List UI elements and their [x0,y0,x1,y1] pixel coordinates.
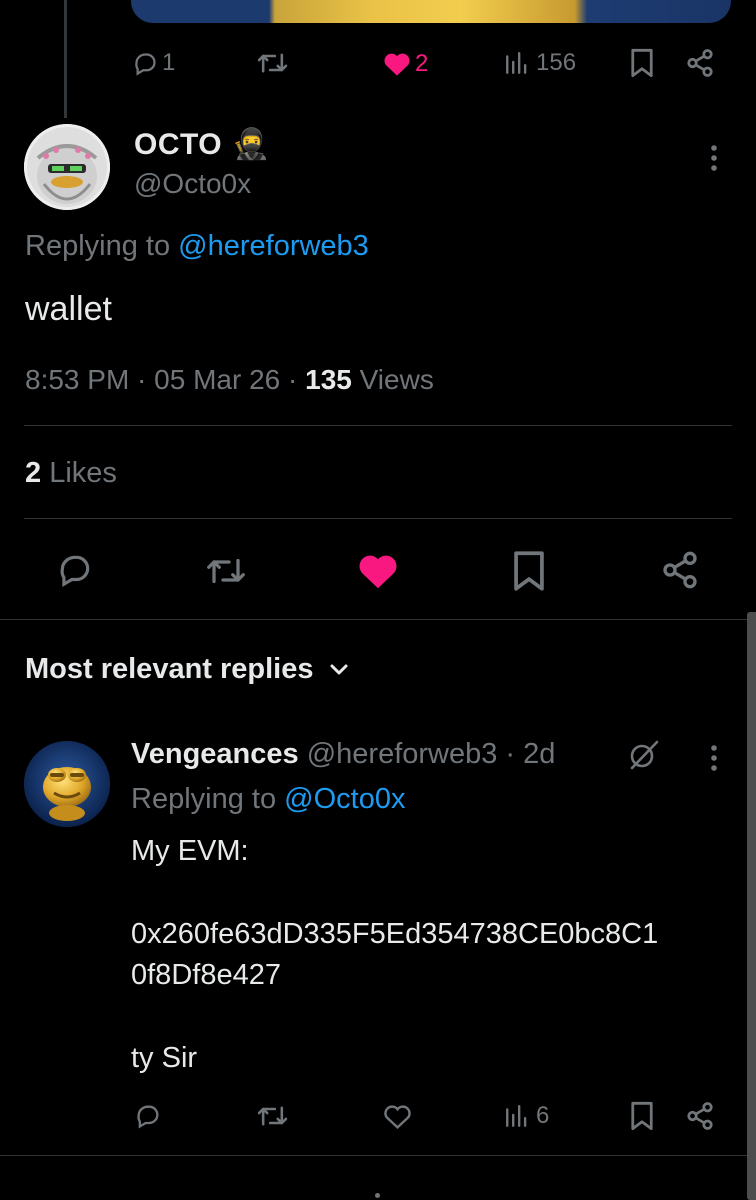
reply-icon [55,551,95,589]
loading-indicator-dot [375,1193,380,1198]
octo-avatar[interactable] [24,124,110,210]
replying-to-handle-link[interactable]: @hereforweb3 [178,230,369,262]
heart-outline-icon [383,1103,412,1130]
reply-views-button[interactable]: 6 [504,1102,549,1130]
chevron-down-icon [328,662,350,678]
views-count: 6 [536,1102,550,1129]
share-icon [660,550,700,590]
bookmark-icon [630,1101,654,1131]
reply-more-options-button[interactable] [708,744,720,774]
reply-share-button[interactable] [685,1101,715,1131]
analytics-icon [504,50,530,76]
analytics-icon [504,1103,530,1129]
parent-like-button[interactable]: 2 [383,50,428,78]
more-vertical-icon [708,144,720,174]
replies-sort-dropdown[interactable]: Most relevant replies [25,653,350,686]
views-count: 156 [536,49,577,76]
retweet-icon [256,49,289,77]
retweet-icon [256,1102,289,1130]
reply-time[interactable]: 2d [523,738,555,770]
meta-dot: · [280,364,306,395]
main-share-button[interactable] [660,550,700,590]
likes-count: 2 [25,457,42,489]
divider [24,425,732,426]
reply-count: 1 [162,49,176,76]
reply-text-line: ty Sir [131,1042,198,1074]
tweet-text: wallet [25,290,112,328]
meta-dot: · [129,364,155,395]
more-vertical-icon [708,744,720,774]
reply-text-line: 0x260fe63dD335F5Ed354738CE0bc8C1 [131,918,659,950]
thread-connector-line [64,0,67,118]
reply-retweet-button[interactable] [256,1102,289,1130]
main-like-button[interactable] [357,552,399,590]
reply-author-handle[interactable]: @hereforweb3 [307,738,498,770]
parent-retweet-button[interactable] [256,49,289,77]
reply-reply-button[interactable] [134,1102,162,1130]
parent-reply-button[interactable]: 1 [132,49,175,77]
heart-filled-icon [357,552,399,590]
tweet-time[interactable]: 8:53 PM [25,364,129,395]
main-retweet-button[interactable] [203,553,249,589]
vengeances-avatar[interactable] [24,741,110,827]
bookmark-icon [630,48,654,78]
parent-views-button[interactable]: 156 [504,49,576,77]
retweet-icon [203,553,249,589]
ninja-emoji: 🥷 [232,128,270,161]
likes-summary[interactable]: 2 Likes [25,457,117,490]
scrollbar-thumb[interactable] [747,612,756,1200]
section-divider [0,619,756,620]
tweet-views-count: 135 [305,364,352,395]
replying-to-label: Replying to [131,783,277,815]
heart-filled-icon [383,51,411,77]
tweet-date[interactable]: 05 Mar 26 [154,364,280,395]
parent-media-image[interactable] [131,0,731,23]
main-author-name-row[interactable]: OCTO 🥷 [134,128,269,162]
reply-bookmark-button[interactable] [630,1101,654,1131]
parent-share-button[interactable] [685,48,715,78]
author-handle[interactable]: @Octo0x [134,168,251,200]
reply-header: Vengeances @hereforweb3 · 2d [131,738,555,771]
replies-sort-label: Most relevant replies [25,653,314,685]
grok-button[interactable] [626,738,660,772]
main-bookmark-button[interactable] [512,550,546,592]
parent-bookmark-button[interactable] [630,48,654,78]
replying-to-label: Replying to [25,230,171,262]
divider [24,518,732,519]
reply-icon [132,50,159,77]
reply-like-button[interactable] [383,1103,412,1130]
main-reply-button[interactable] [55,551,95,589]
share-icon [685,1101,715,1131]
bookmark-icon [512,550,546,592]
reply-icon [134,1102,162,1130]
tweet-meta: 8:53 PM · 05 Mar 26 · 135 Views [25,364,434,396]
author-name: OCTO [134,128,223,161]
main-more-options-button[interactable] [708,144,720,174]
like-count: 2 [415,50,429,77]
grok-icon [626,738,660,772]
reply-divider [0,1155,747,1156]
reply-text-line: My EVM: [131,835,249,867]
reply-replying-to-line: Replying to @Octo0x [131,783,405,816]
reply-author-name[interactable]: Vengeances [131,738,299,770]
likes-label: Likes [49,457,117,489]
reply-text-line: 0f8Df8e427 [131,959,281,991]
share-icon [685,48,715,78]
tweet-views-label: Views [359,364,434,395]
header-dot: · [497,738,524,770]
replying-to-line: Replying to @hereforweb3 [25,230,369,263]
replying-to-handle-link[interactable]: @Octo0x [284,783,405,815]
